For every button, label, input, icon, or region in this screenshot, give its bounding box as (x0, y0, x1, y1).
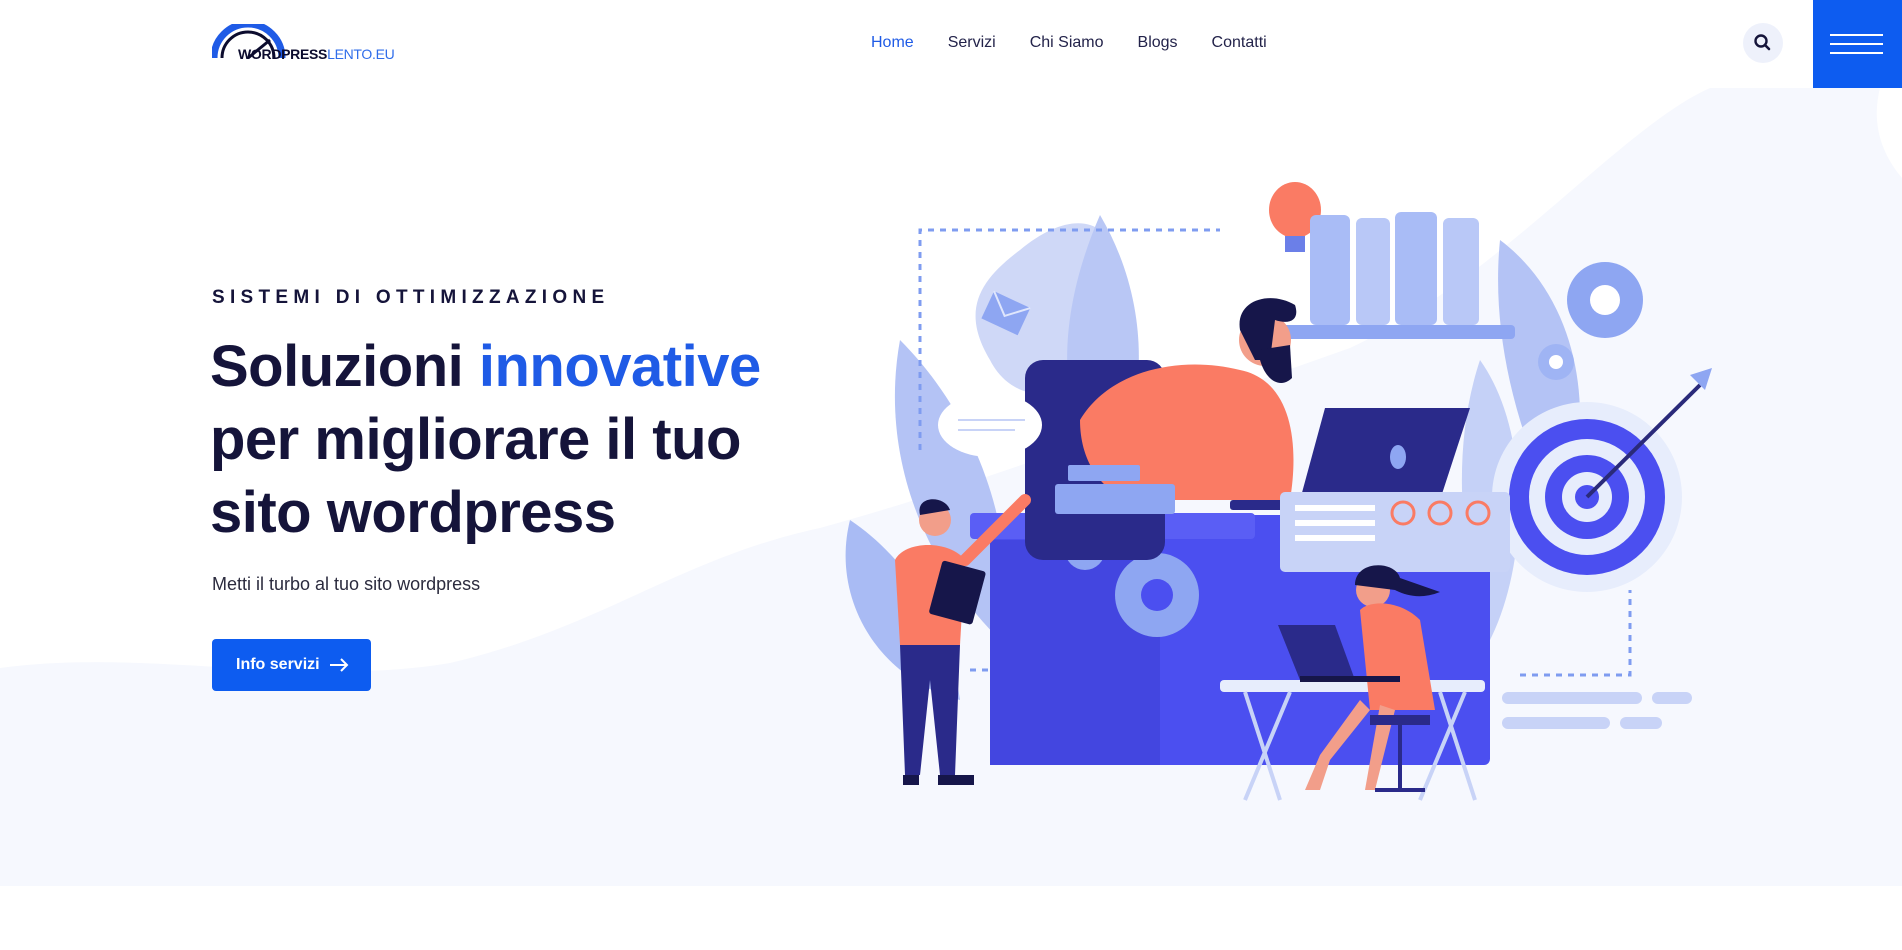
headline-part2: per migliorare il tuo (210, 407, 741, 472)
logo-text-strong: WORDPRESS (238, 46, 328, 62)
arrow-right-icon (330, 658, 349, 672)
logo-text-light: LENTO.EU (327, 46, 395, 62)
hero-illustration (845, 182, 1712, 801)
main-nav: Home Servizi Chi Siamo Blogs Contatti (871, 34, 1301, 52)
hamburger-menu-icon (1830, 34, 1883, 36)
info-servizi-button[interactable]: Info servizi (212, 639, 371, 691)
nav-home[interactable]: Home (871, 34, 914, 52)
headline-part1: Soluzioni (210, 334, 479, 399)
hamburger-menu-button[interactable] (1813, 0, 1902, 88)
menu-line (1830, 52, 1883, 54)
search-icon (1754, 34, 1771, 51)
hero-subtitle: SISTEMI DI OTTIMIZZAZIONE (212, 287, 610, 308)
cta-label: Info servizi (236, 656, 320, 673)
menu-line (1830, 43, 1883, 45)
hero-lead-text: Metti il turbo al tuo sito wordpress (212, 574, 481, 594)
search-button[interactable] (1743, 23, 1783, 63)
nav-chi-siamo[interactable]: Chi Siamo (1030, 34, 1104, 52)
site-header: WORDPRESSLENTO.EU Home Servizi Chi Siamo… (0, 0, 1902, 88)
site-logo[interactable]: WORDPRESSLENTO.EU (212, 24, 402, 64)
nav-servizi[interactable]: Servizi (948, 34, 996, 52)
headline-part3: sito wordpress (210, 480, 616, 545)
nav-blogs[interactable]: Blogs (1138, 34, 1178, 52)
nav-contatti[interactable]: Contatti (1212, 34, 1267, 52)
hero-headline: Soluzioni innovative per migliorare il t… (210, 330, 761, 549)
headline-accent: innovative (478, 334, 761, 399)
